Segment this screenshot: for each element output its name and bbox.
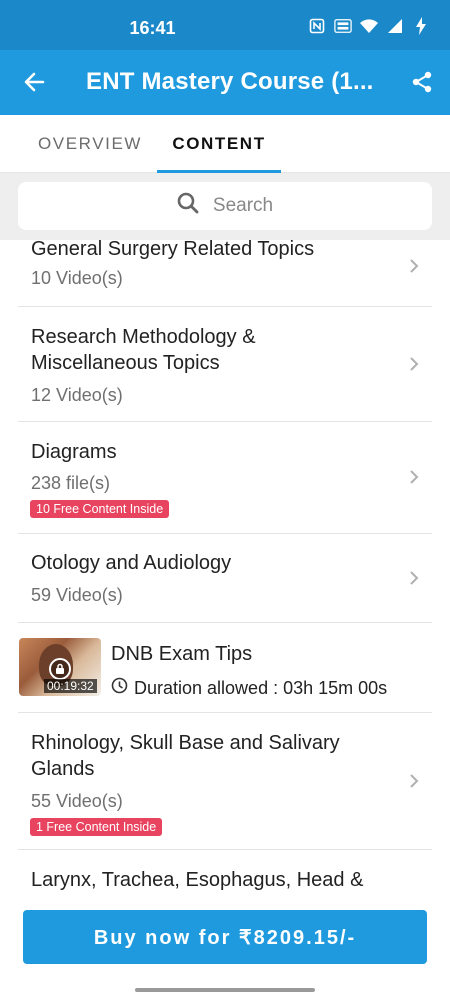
wifi-icon bbox=[360, 17, 378, 35]
video-duration: 00:19:32 bbox=[44, 679, 97, 693]
tab-bar: OVERVIEW CONTENT bbox=[0, 115, 450, 173]
list-item-title: Otology and Audiology bbox=[31, 552, 232, 574]
charging-icon bbox=[412, 17, 430, 35]
status-icons bbox=[308, 17, 430, 35]
chevron-right-icon bbox=[406, 771, 422, 791]
page-title: ENT Mastery Course (1... bbox=[86, 68, 374, 95]
buy-now-button[interactable]: Buy now for ₹8209.15/- bbox=[23, 910, 427, 964]
search-placeholder: Search bbox=[212, 195, 274, 216]
search-area: Search bbox=[0, 173, 450, 240]
list-item[interactable]: Research Methodology & Miscellaneous Top… bbox=[18, 307, 432, 422]
list-item-title: Diagrams bbox=[31, 441, 117, 463]
back-arrow-icon[interactable] bbox=[16, 64, 52, 100]
list-item[interactable]: Rhinology, Skull Base and Salivary Gland… bbox=[18, 713, 432, 850]
list-item-title: Larynx, Trachea, Esophagus, Head & bbox=[31, 869, 364, 891]
video-item[interactable]: 00:19:32 DNB Exam Tips Duration allowed … bbox=[18, 623, 432, 713]
duration-allowed: Duration allowed : 03h 15m 00s bbox=[111, 677, 387, 699]
tab-overview[interactable]: OVERVIEW bbox=[20, 115, 160, 173]
list-item[interactable]: Diagrams 238 file(s) 10 Free Content Ins… bbox=[18, 422, 432, 534]
free-content-badge: 1 Free Content Inside bbox=[30, 818, 163, 836]
search-input[interactable]: Search bbox=[18, 182, 432, 230]
search-icon bbox=[177, 192, 199, 220]
duration-allowed-text: Duration allowed : 03h 15m 00s bbox=[134, 677, 388, 698]
chevron-right-icon bbox=[406, 467, 422, 487]
clock-icon bbox=[111, 677, 128, 699]
content-list: General Surgery Related Topics 10 Video(… bbox=[0, 240, 450, 905]
chevron-right-icon bbox=[406, 568, 422, 588]
status-bar: 16:41 bbox=[0, 0, 450, 50]
nfc-icon bbox=[308, 17, 326, 35]
list-item[interactable]: Otology and Audiology 59 Video(s) bbox=[18, 534, 432, 623]
gesture-nav-handle[interactable] bbox=[135, 988, 315, 992]
app-bar: ENT Mastery Course (1... bbox=[0, 50, 450, 115]
list-item-subtitle: 59 Video(s) bbox=[31, 585, 123, 605]
list-item-subtitle: 10 Video(s) bbox=[31, 268, 123, 288]
list-item-subtitle: 238 file(s) bbox=[31, 473, 111, 493]
list-item-subtitle: 55 Video(s) bbox=[31, 791, 123, 811]
tab-content[interactable]: CONTENT bbox=[157, 115, 281, 173]
list-item[interactable]: General Surgery Related Topics 10 Video(… bbox=[18, 240, 432, 307]
video-title: DNB Exam Tips bbox=[111, 643, 253, 665]
list-item[interactable]: Larynx, Trachea, Esophagus, Head & bbox=[18, 850, 432, 905]
video-thumbnail[interactable]: 00:19:32 bbox=[19, 638, 101, 696]
share-icon[interactable] bbox=[404, 64, 440, 100]
free-content-badge: 10 Free Content Inside bbox=[30, 500, 170, 518]
status-time: 16:41 bbox=[129, 18, 176, 38]
tab-content-label: CONTENT bbox=[172, 134, 266, 153]
chevron-right-icon bbox=[406, 354, 422, 374]
list-item-subtitle: 12 Video(s) bbox=[31, 385, 123, 405]
list-item-title: Research Methodology & Miscellaneous Top… bbox=[31, 326, 256, 374]
signal-icon bbox=[386, 17, 404, 35]
list-item-title: Rhinology, Skull Base and Salivary Gland… bbox=[31, 732, 340, 780]
chevron-right-icon bbox=[406, 256, 422, 276]
list-item-title: General Surgery Related Topics bbox=[31, 240, 315, 260]
lock-icon bbox=[49, 658, 71, 680]
vowifi-icon bbox=[334, 17, 352, 35]
